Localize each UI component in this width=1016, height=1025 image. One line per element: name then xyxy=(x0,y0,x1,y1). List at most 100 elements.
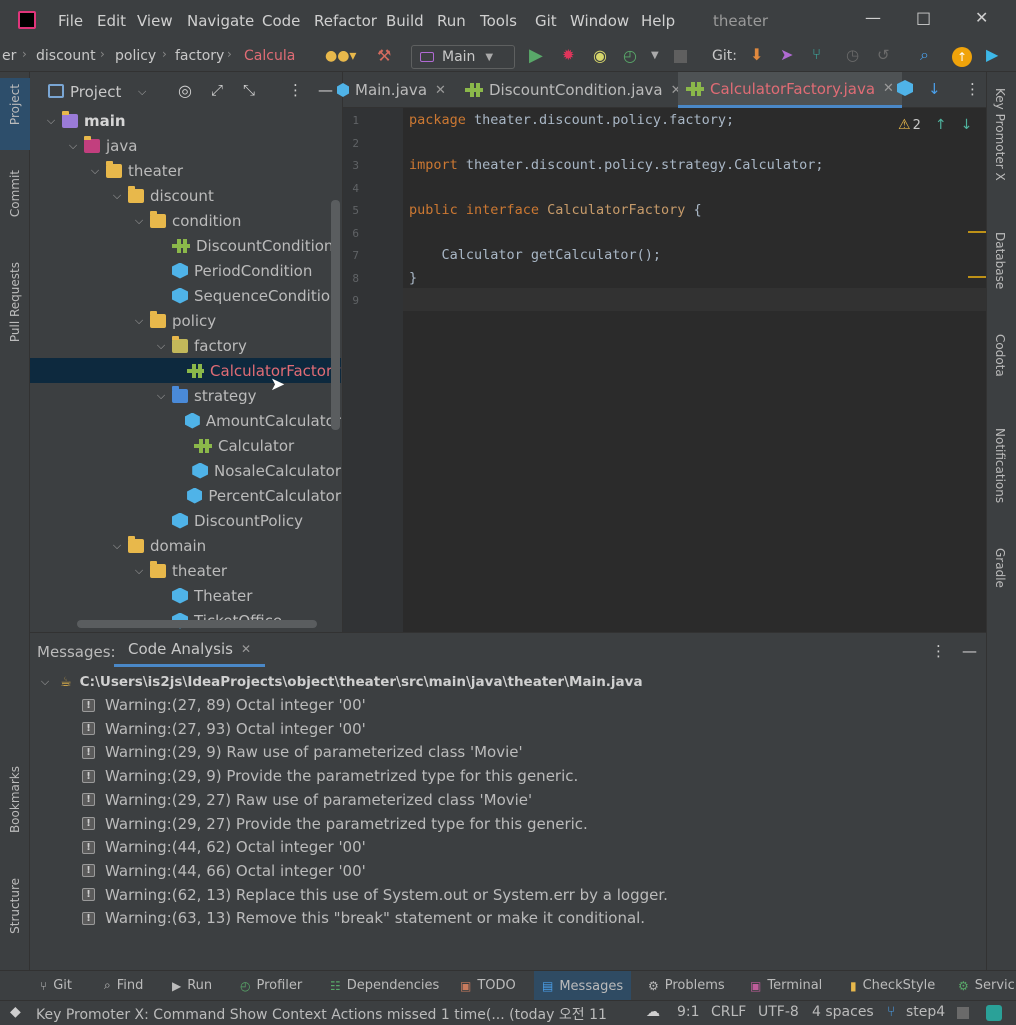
menu-view[interactable]: View xyxy=(137,12,173,30)
warning-row[interactable]: ! Warning:(62, 13) Replace this use of Sy… xyxy=(82,884,668,906)
tool-tab-problems[interactable]: ⚙ Problems xyxy=(648,978,725,993)
plugin-icon[interactable]: ▶ xyxy=(986,45,998,64)
warning-row[interactable]: ! Warning:(27, 93) Octal integer '00' xyxy=(82,718,366,740)
background-tasks-icon[interactable]: ☁ xyxy=(646,1004,660,1020)
tool-tab-run[interactable]: ▶ Run xyxy=(172,978,212,993)
tool-tab-find[interactable]: ⌕ Find xyxy=(104,978,143,993)
stop-icon[interactable] xyxy=(674,50,687,63)
tool-tab-messages[interactable]: ▤ Messages xyxy=(534,971,632,1001)
next-highlight-icon[interactable]: ↓ xyxy=(961,117,973,133)
hide-panel-icon[interactable]: — xyxy=(962,642,977,660)
select-opened-file-icon[interactable]: ◎ xyxy=(178,81,192,100)
menu-file[interactable]: File xyxy=(58,12,83,30)
tree-item[interactable]: ⌵ strategy xyxy=(30,383,341,408)
status-message[interactable]: Key Promoter X: Command Show Context Act… xyxy=(36,1004,608,1024)
options-icon[interactable]: ⋮ xyxy=(931,642,946,660)
chevron-down-icon[interactable]: ⌵ xyxy=(132,314,146,328)
warning-row[interactable]: ! Warning:(27, 89) Octal integer '00' xyxy=(82,694,366,716)
indent-setting[interactable]: 4 spaces xyxy=(812,1004,874,1020)
menu-git[interactable]: Git xyxy=(535,12,557,30)
tool-tab-checkstyle[interactable]: ▮ CheckStyle xyxy=(850,978,935,993)
users-icon[interactable]: ●●▾ xyxy=(325,48,356,64)
tree-item[interactable]: ⌵ discount xyxy=(30,183,341,208)
coverage-icon[interactable]: ◉ xyxy=(593,46,607,65)
tool-tab-profiler[interactable]: ◴ Profiler xyxy=(240,978,302,993)
options-icon[interactable]: ⋮ xyxy=(965,80,980,98)
tool-window-database[interactable]: Database xyxy=(993,232,1007,289)
build-hammer-icon[interactable]: ⚒ xyxy=(377,46,391,65)
file-node[interactable]: ⌵ ☕ C:\Users\is2js\IdeaProjects\object\t… xyxy=(38,671,643,693)
profiler-icon[interactable]: ◴ xyxy=(623,46,637,65)
previous-highlight-icon[interactable]: ↑ xyxy=(935,117,947,133)
status-toggle-icon[interactable]: ◆ xyxy=(10,1004,21,1020)
tree-item[interactable]: ⌵ factory xyxy=(30,333,341,358)
debug-icon[interactable]: ✹ xyxy=(562,46,575,64)
tool-window-commit[interactable]: Commit xyxy=(8,170,22,217)
chevron-down-icon[interactable]: ⌵ xyxy=(44,114,58,128)
tree-item[interactable]: ⌵ policy xyxy=(30,308,341,333)
search-icon[interactable]: ⌕ xyxy=(920,45,929,65)
git-branch-icon[interactable]: ⑂ xyxy=(812,45,821,63)
tree-item[interactable]: DiscountPolicy xyxy=(30,508,341,533)
file-encoding[interactable]: UTF-8 xyxy=(758,1004,799,1020)
warning-row[interactable]: ! Warning:(63, 13) Remove this "break" st… xyxy=(82,907,645,929)
chevron-down-icon[interactable]: ⌵ xyxy=(38,675,52,689)
tree-item[interactable]: Theater xyxy=(30,583,341,608)
menu-run[interactable]: Run xyxy=(437,12,466,30)
history-icon[interactable]: ◷ xyxy=(846,46,859,64)
warning-row[interactable]: ! Warning:(29, 9) Provide the parametrize… xyxy=(82,765,578,787)
warning-row[interactable]: ! Warning:(44, 62) Octal integer '00' xyxy=(82,836,366,858)
chevron-down-icon[interactable]: ⌵ xyxy=(110,189,124,203)
tree-horizontal-scrollbar[interactable] xyxy=(77,620,317,628)
inspection-widget[interactable]: ⚠ 2 ↑ ↓ xyxy=(898,117,972,133)
tool-window-structure[interactable]: Structure xyxy=(8,878,22,934)
menu-navigate[interactable]: Navigate xyxy=(187,12,254,30)
breadcrumb-item[interactable]: Calcula xyxy=(244,48,308,64)
tool-window-project[interactable]: Project xyxy=(8,84,22,125)
tree-item[interactable]: CalculatorFactory xyxy=(30,358,341,383)
line-separator[interactable]: CRLF xyxy=(711,1004,746,1020)
tool-window-codota[interactable]: Codota xyxy=(993,334,1007,377)
tool-tab-todo[interactable]: ▣ TODO xyxy=(460,978,516,993)
tool-window-pull-requests[interactable]: Pull Requests xyxy=(8,262,22,342)
warning-row[interactable]: ! Warning:(29, 9) Raw use of parameterize… xyxy=(82,741,523,763)
menu-code[interactable]: Code xyxy=(262,12,300,30)
tree-item[interactable]: NosaleCalculator xyxy=(30,458,341,483)
chevron-down-icon[interactable]: ⌵ xyxy=(132,214,146,228)
tree-item[interactable]: ⌵ theater xyxy=(30,558,341,583)
menu-help[interactable]: Help xyxy=(641,12,675,30)
tab-main-java[interactable]: Main.java ✕ xyxy=(337,72,446,108)
codota-icon[interactable] xyxy=(986,1005,1002,1021)
tool-tab-dependencies[interactable]: ☷ Dependencies xyxy=(330,978,439,993)
tree-item[interactable]: ⌵ condition xyxy=(30,208,341,233)
close-tab-icon[interactable]: ✕ xyxy=(883,81,894,96)
maximize-icon[interactable]: □ xyxy=(916,8,931,27)
options-icon[interactable]: ⋮ xyxy=(288,81,303,99)
hide-panel-icon[interactable]: — xyxy=(318,81,333,99)
chevron-down-icon[interactable]: ▼ xyxy=(651,50,659,61)
menu-window[interactable]: Window xyxy=(570,12,629,30)
tool-window-bookmarks[interactable]: Bookmarks xyxy=(8,766,22,833)
breadcrumb-item[interactable]: policy xyxy=(115,48,156,64)
tab-discount-condition[interactable]: DiscountCondition.java ✕ xyxy=(465,72,682,108)
close-tab-icon[interactable]: ✕ xyxy=(241,642,251,656)
breadcrumb-item[interactable]: discount xyxy=(36,48,96,64)
close-tab-icon[interactable]: ✕ xyxy=(435,83,446,98)
error-stripe-mark[interactable] xyxy=(968,231,986,233)
arrow-down-icon[interactable]: ↓ xyxy=(928,80,941,98)
project-panel-title[interactable]: Project xyxy=(70,83,121,101)
error-stripe-mark[interactable] xyxy=(968,276,986,278)
tab-calculator-factory[interactable]: CalculatorFactory.java ✕ xyxy=(678,72,902,108)
expand-all-icon[interactable]: ⤢ xyxy=(211,81,223,99)
warning-row[interactable]: ! Warning:(29, 27) Raw use of parameteriz… xyxy=(82,789,532,811)
lock-icon[interactable] xyxy=(957,1007,969,1019)
tree-item[interactable]: PercentCalculator xyxy=(30,483,341,508)
breadcrumb-item[interactable]: factory xyxy=(175,48,224,64)
rollback-icon[interactable]: ↺ xyxy=(877,46,890,64)
minimize-icon[interactable]: — xyxy=(865,8,881,27)
git-branch[interactable]: step4 xyxy=(906,1004,945,1020)
chevron-down-icon[interactable]: ⌵ xyxy=(132,564,146,578)
chevron-down-icon[interactable]: ⌵ xyxy=(154,339,168,353)
tree-item[interactable]: AmountCalculator xyxy=(30,408,341,433)
chevron-down-icon[interactable]: ⌵ xyxy=(66,139,80,153)
